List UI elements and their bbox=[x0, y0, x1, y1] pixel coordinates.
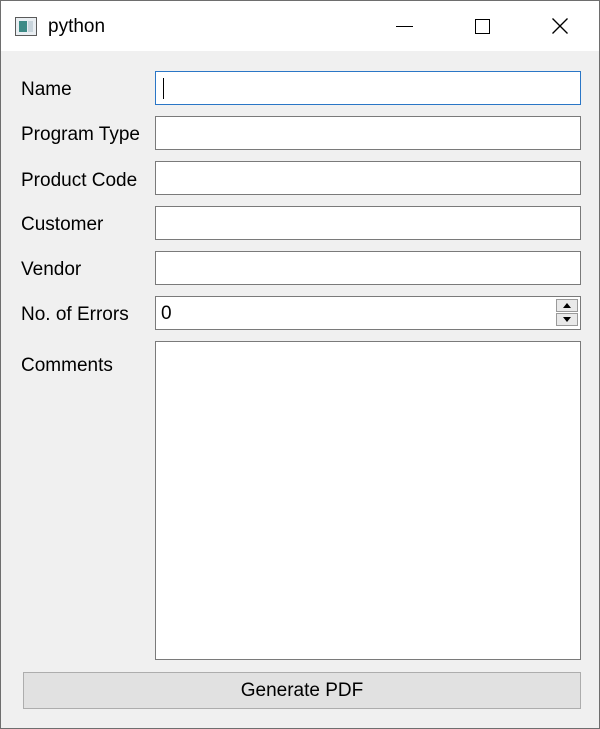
errors-label: No. of Errors bbox=[21, 304, 129, 325]
spin-buttons bbox=[556, 299, 578, 327]
decrement-button[interactable] bbox=[556, 313, 578, 326]
title-bar[interactable]: python bbox=[1, 1, 599, 51]
text-caret bbox=[163, 78, 164, 99]
comments-label: Comments bbox=[21, 355, 113, 376]
errors-value: 0 bbox=[161, 303, 172, 324]
close-icon bbox=[552, 18, 568, 34]
name-input[interactable] bbox=[155, 71, 581, 105]
product-code-label: Product Code bbox=[21, 170, 138, 191]
vendor-label: Vendor bbox=[21, 259, 82, 280]
name-label: Name bbox=[21, 79, 72, 100]
maximize-icon bbox=[474, 18, 490, 34]
program-type-input[interactable] bbox=[155, 116, 581, 150]
arrow-up-icon bbox=[563, 303, 571, 308]
close-button[interactable] bbox=[521, 1, 599, 51]
app-window: python Name Program Type Product Code Cu… bbox=[0, 0, 600, 729]
minimize-icon bbox=[395, 25, 413, 27]
comments-textarea[interactable] bbox=[155, 341, 581, 660]
generate-pdf-button[interactable]: Generate PDF bbox=[23, 672, 581, 709]
minimize-button[interactable] bbox=[365, 1, 443, 51]
vendor-input[interactable] bbox=[155, 251, 581, 285]
increment-button[interactable] bbox=[556, 299, 578, 312]
customer-label: Customer bbox=[21, 214, 104, 235]
arrow-down-icon bbox=[563, 317, 571, 322]
customer-input[interactable] bbox=[155, 206, 581, 240]
window-title: python bbox=[48, 16, 106, 37]
maximize-button[interactable] bbox=[443, 1, 521, 51]
program-type-label: Program Type bbox=[21, 124, 140, 145]
product-code-input[interactable] bbox=[155, 161, 581, 195]
errors-spinbox[interactable]: 0 bbox=[155, 296, 581, 330]
python-app-icon bbox=[15, 17, 37, 36]
